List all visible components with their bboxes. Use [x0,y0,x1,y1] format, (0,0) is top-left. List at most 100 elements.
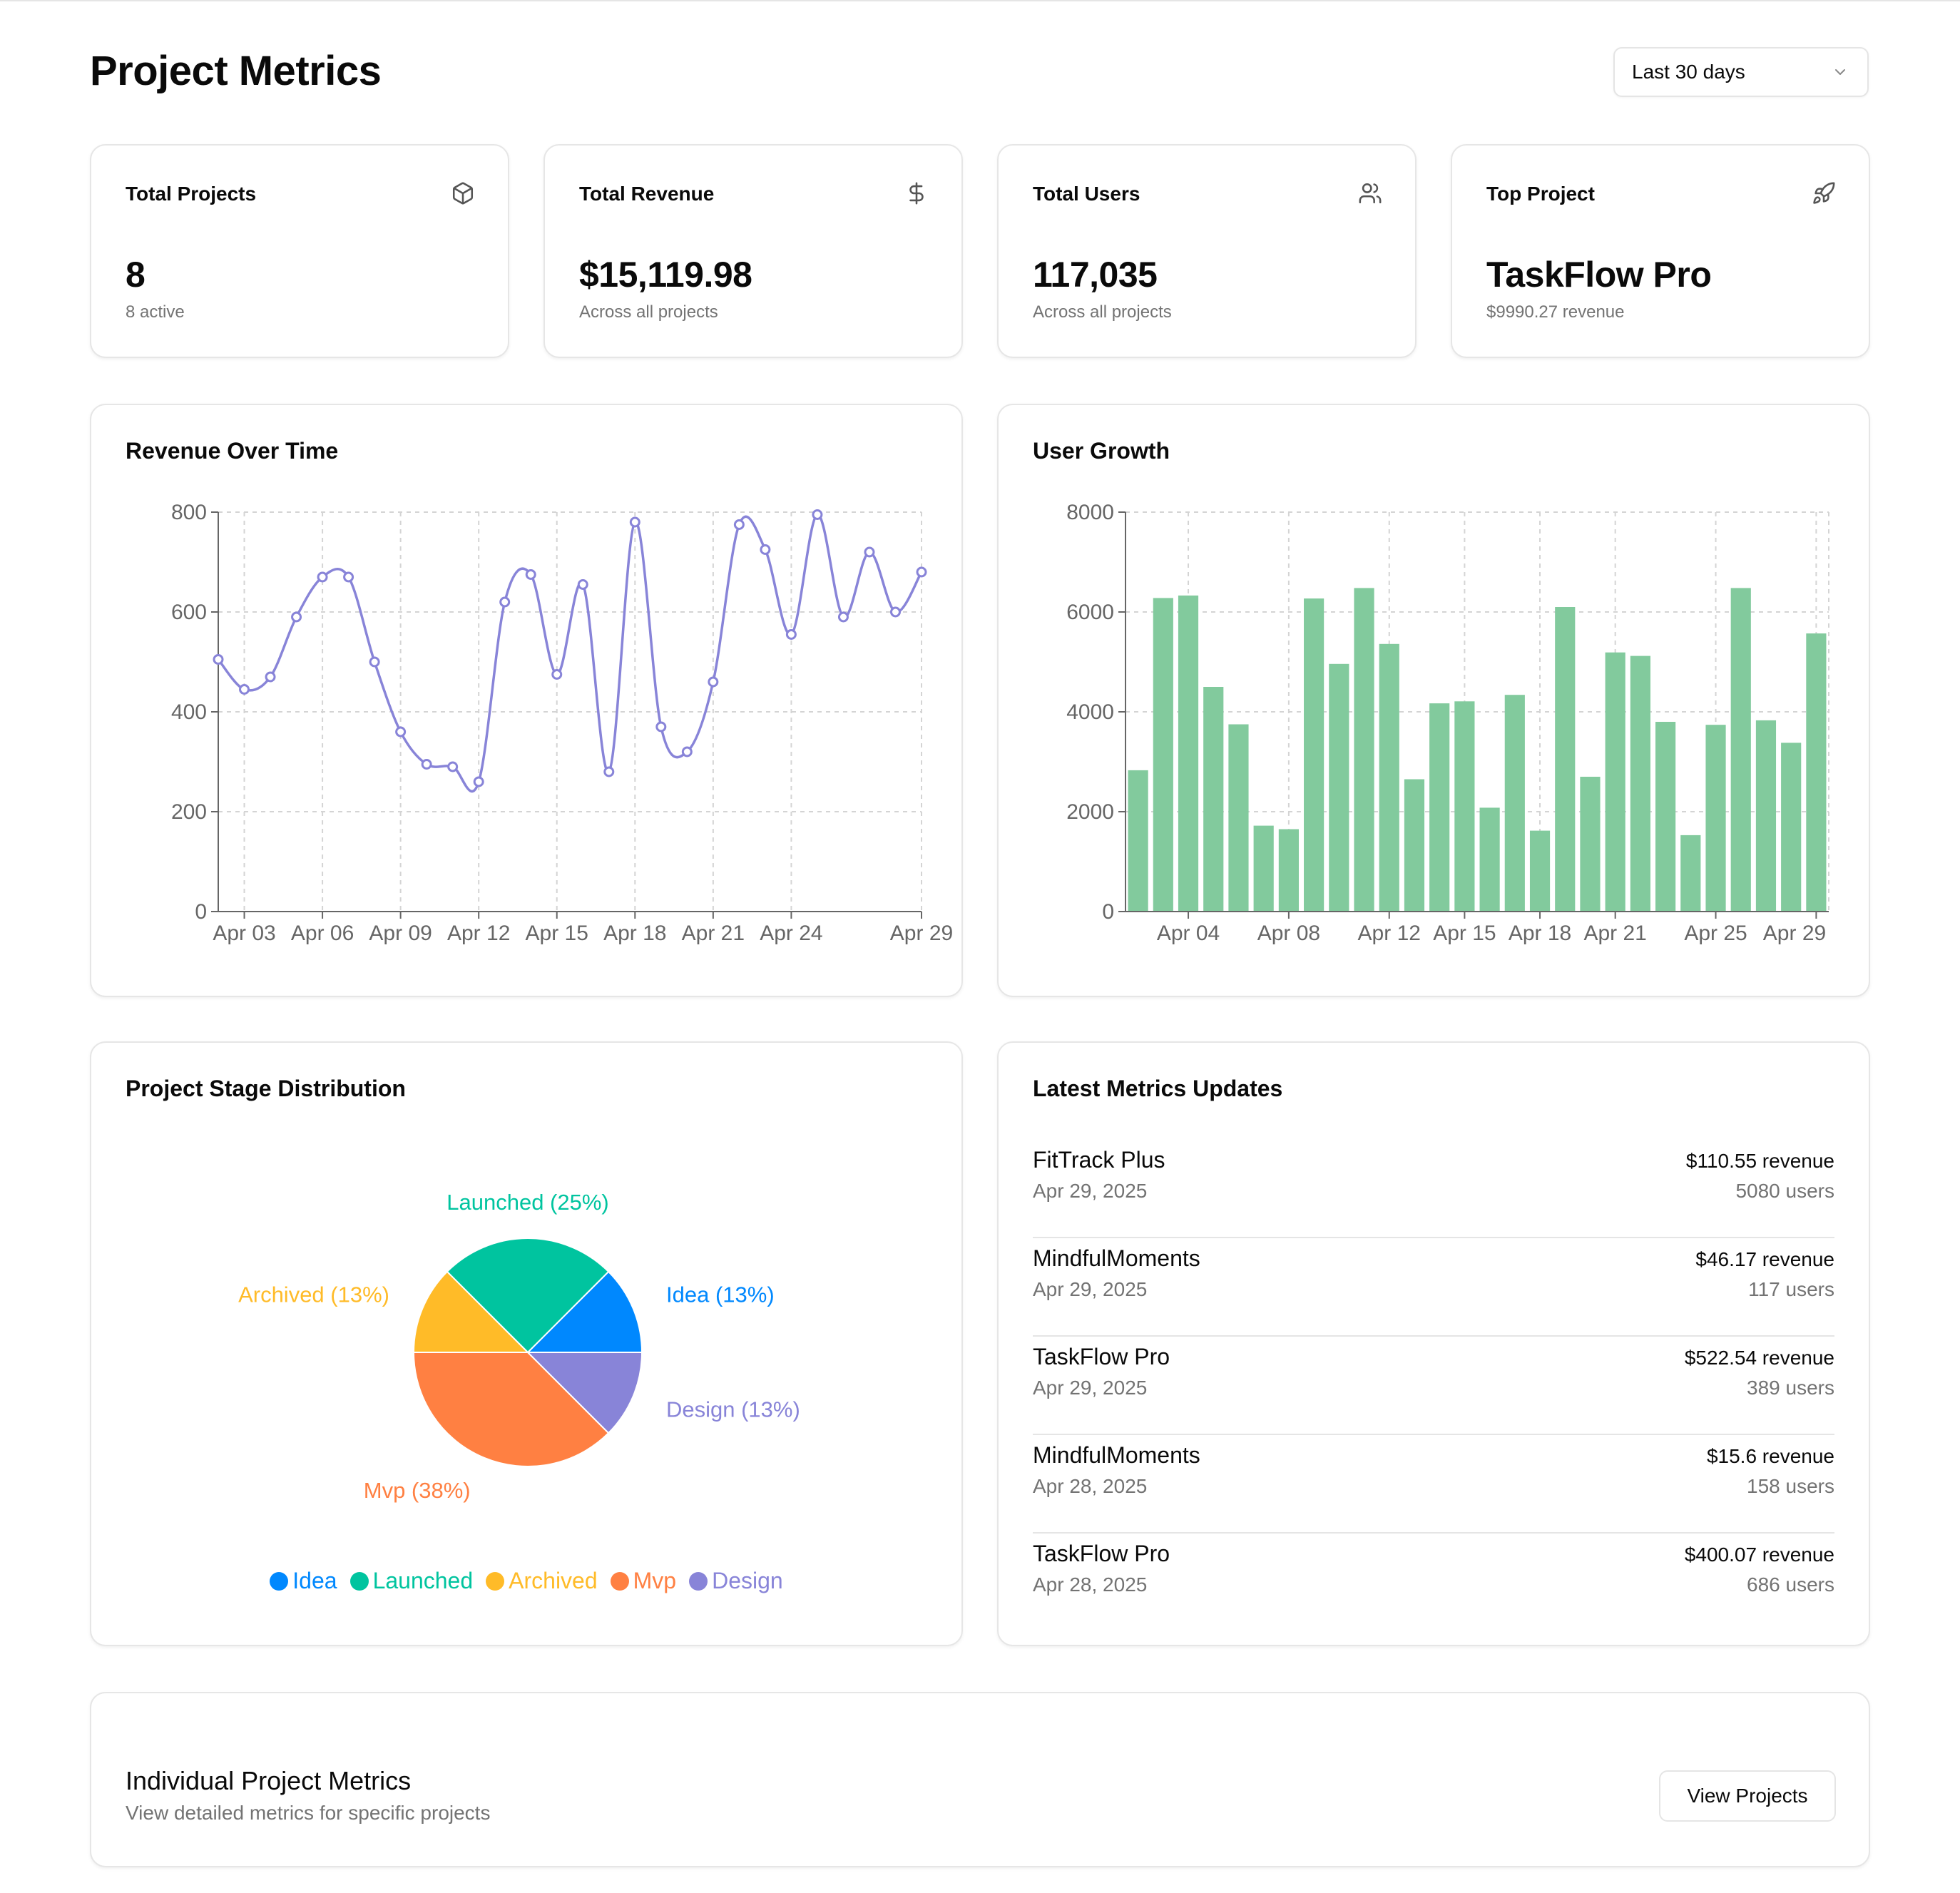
update-date: Apr 29, 2025 [1033,1278,1148,1300]
update-users: 389 users [1747,1377,1834,1399]
user-bar [1253,825,1274,912]
x-tick-label: Apr 29 [890,922,953,945]
update-users: 158 users [1747,1475,1834,1497]
revenue-line [217,513,923,793]
revenue-point [213,654,224,665]
user-bar [1781,743,1802,912]
update-project-name: TaskFlow Pro [1033,1541,1170,1566]
user-bar [1128,770,1148,912]
y-tick-label: 6000 [1066,601,1114,624]
stat-card-top-project: Top Project TaskFlow Pro $9990.27 revenu… [1451,144,1870,358]
update-row: MindfulMoments Apr 28, 2025 $15.6 revenu… [1033,1435,1834,1534]
stat-title: Top Project [1486,183,1595,205]
revenue-point [447,761,459,772]
legend-dot [270,1571,289,1591]
legend-item-mvp: Mvp [610,1568,676,1594]
y-tick-label: 400 [171,700,207,724]
user-bar [1605,652,1625,912]
update-revenue: $400.07 revenue [1684,1544,1834,1566]
user-bar [1304,598,1324,912]
legend-item-launched: Launched [349,1568,474,1594]
top-border [0,0,1960,1]
stat-card-total-revenue: Total Revenue $15,119.98 Across all proj… [543,144,963,358]
stat-value: 117,035 [1033,255,1158,295]
pie-label: Design (13%) [666,1397,800,1422]
y-tick-label: 0 [195,900,207,924]
stat-card-total-projects: Total Projects 8 8 active [90,144,509,358]
user-bar [1354,588,1374,912]
x-tick-label: Apr 12 [447,922,510,945]
x-tick-label: Apr 15 [526,922,588,945]
individual-metrics-title: Individual Project Metrics [126,1766,412,1795]
revenue-point [864,546,875,558]
update-date: Apr 29, 2025 [1033,1377,1148,1399]
card-title: Latest Metrics Updates [1033,1076,1283,1101]
legend-label: Launched [372,1568,474,1593]
legend-item-idea: Idea [270,1568,337,1594]
update-revenue: $110.55 revenue [1685,1150,1834,1172]
stat-subtitle: Across all projects [579,302,718,322]
x-tick-label: Apr 29 [1763,922,1826,945]
pie-label: Idea (13%) [666,1282,775,1307]
revenue-line-chart: 0 200 400 600 800 Apr 03 Apr 06 Apr 09 Apr 12 Apr… [171,501,953,945]
user-bar [1228,724,1249,912]
user-bar [1580,777,1601,912]
user-bar [1203,687,1224,912]
x-tick-label: Apr 21 [1583,922,1646,945]
user-bar [1429,703,1450,912]
legend-dot [689,1571,708,1591]
revenue-point [681,746,693,757]
update-project-name: FitTrack Plus [1033,1147,1165,1173]
revenue-point [760,544,771,555]
update-project-name: MindfulMoments [1033,1245,1200,1271]
pie-label: Launched (25%) [446,1190,609,1215]
revenue-point [317,571,328,583]
revenue-point [395,726,407,738]
pie-label: Archived (13%) [238,1282,389,1307]
revenue-point [577,579,588,590]
stat-value: $15,119.98 [579,255,752,295]
update-date: Apr 29, 2025 [1033,1180,1148,1202]
user-bar [1730,588,1751,912]
stat-title: Total Projects [126,183,257,205]
user-bar [1806,633,1827,912]
user-bar [1153,598,1173,912]
y-tick-label: 0 [1102,900,1114,924]
stat-subtitle: Across all projects [1033,302,1172,322]
user-bar [1479,807,1500,912]
legend-label: Archived [509,1568,598,1593]
individual-metrics-subtitle: View detailed metrics for specific proje… [126,1802,491,1824]
user-bar [1329,663,1349,912]
update-revenue: $522.54 revenue [1684,1347,1834,1369]
date-range-select[interactable]: Last 30 days [1613,47,1869,97]
legend-item-design: Design [689,1568,783,1594]
revenue-point [655,721,667,733]
user-bar [1278,829,1299,912]
update-revenue: $46.17 revenue [1695,1248,1834,1270]
update-date: Apr 28, 2025 [1033,1475,1148,1497]
legend-dot [610,1571,629,1591]
revenue-point [889,606,901,618]
rocket-icon [1813,182,1835,204]
user-bar [1454,701,1475,912]
view-projects-button[interactable]: View Projects [1659,1770,1836,1822]
individual-metrics-card: Individual Project Metrics View detailed… [90,1692,1870,1867]
update-project-name: MindfulMoments [1033,1442,1200,1468]
revenue-point [551,669,563,680]
y-tick-label: 800 [171,501,207,524]
stat-subtitle: 8 active [126,302,185,322]
user-bar [1630,655,1650,912]
revenue-point [837,611,849,623]
user-bar [1555,607,1576,912]
x-tick-label: Apr 09 [369,922,432,945]
revenue-point [629,516,640,528]
user-bar [1178,595,1199,912]
legend-label: Design [712,1568,783,1593]
users-chart-card: User Growth 0 2000 4000 6000 8000 Apr 04 Apr 0… [997,404,1870,997]
x-tick-label: Apr 21 [682,922,745,945]
stat-card-total-users: Total Users 117,035 Across all projects [997,144,1417,358]
revenue-point [812,509,823,520]
revenue-point [733,519,745,530]
pie-legend: Idea Launched Archived Mvp Design [91,1568,961,1594]
user-bar [1379,643,1399,912]
